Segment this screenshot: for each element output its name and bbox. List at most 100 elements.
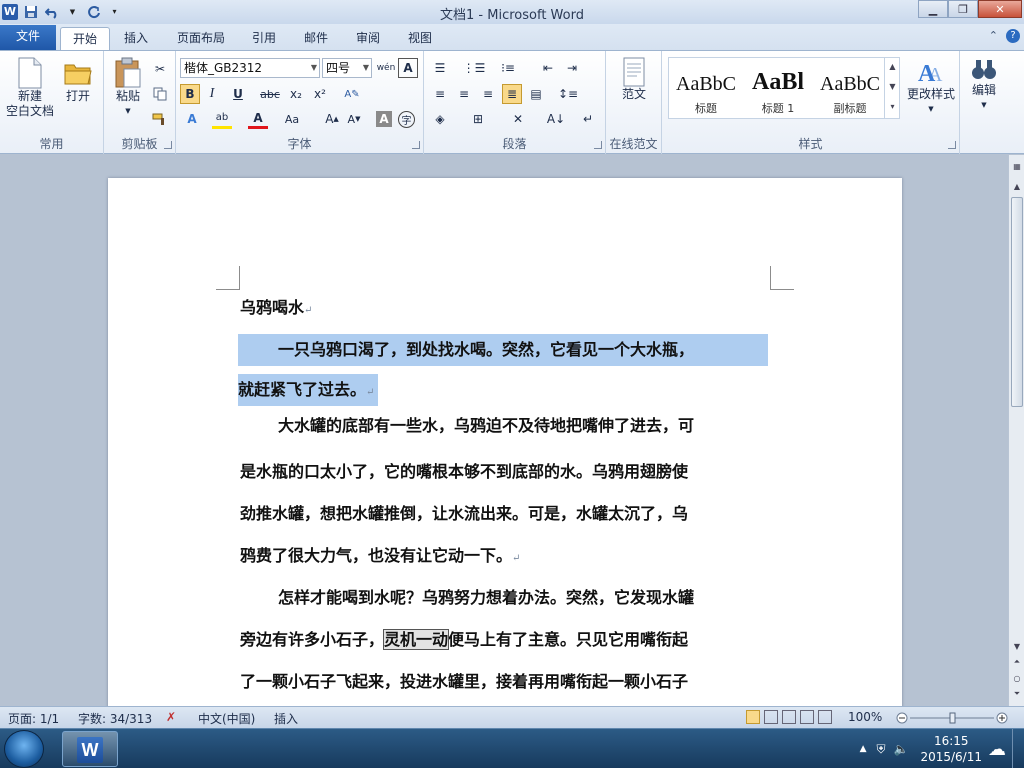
increase-indent-icon[interactable]: ⇥ [562, 58, 582, 78]
zoom-slider[interactable] [896, 712, 1008, 724]
paragraph-launcher-icon[interactable] [594, 141, 602, 149]
strikethrough-button[interactable]: abc [260, 84, 280, 104]
chevron-down-icon: ▼ [310, 63, 317, 72]
tab-home[interactable]: 开始 [60, 27, 111, 50]
styles-scroll[interactable]: ▲ ▼ ▾ [884, 57, 900, 119]
align-left-icon[interactable]: ≡ [430, 84, 450, 104]
font-color-icon[interactable]: A [248, 109, 268, 129]
open-button[interactable]: 打开 [58, 57, 98, 104]
style-heading1[interactable]: AaBl 标题 1 [743, 60, 813, 118]
start-button[interactable] [4, 730, 44, 768]
previous-page-icon[interactable]: ⏶ [1010, 655, 1024, 669]
font-name-combo[interactable]: 楷体_GB2312 ▼ [180, 58, 320, 78]
insert-mode[interactable]: 插入 [274, 710, 298, 727]
selected-text-line: 就赶紧飞了过去。↵ [238, 374, 379, 406]
minimize-ribbon-icon[interactable]: ⌃ [989, 29, 998, 43]
browse-object-icon[interactable]: ○ [1010, 671, 1024, 685]
change-styles-button[interactable]: AA 更改样式 ▼ [904, 57, 958, 117]
language[interactable]: 中文(中国) [198, 710, 255, 727]
group-styles: AaBbC 标题 AaBl 标题 1 AaBbC 副标题 ▲ ▼ ▾ AA 更改样式… [662, 51, 960, 154]
tab-mailings[interactable]: 邮件 [292, 27, 340, 50]
proofing-icon[interactable]: ✗ [166, 710, 176, 724]
tab-review[interactable]: 审阅 [344, 27, 392, 50]
format-painter-icon[interactable] [150, 109, 170, 129]
clock[interactable]: 16:15 2015/6/11 [920, 733, 982, 765]
show-desktop-button[interactable] [1012, 729, 1024, 768]
style-title[interactable]: AaBbC 标题 [671, 60, 741, 118]
volume-icon[interactable]: 🔈 [894, 742, 909, 756]
font-size-combo[interactable]: 四号 ▼ [322, 58, 372, 78]
underline-button[interactable]: U [228, 84, 248, 104]
tab-file[interactable]: 文件 [0, 25, 56, 50]
scroll-down-icon[interactable]: ▼ [1010, 639, 1024, 653]
cut-icon[interactable]: ✂ [150, 59, 170, 79]
subscript-button[interactable]: x₂ [286, 84, 306, 104]
styles-launcher-icon[interactable] [948, 141, 956, 149]
outline-icon[interactable] [800, 710, 814, 724]
print-layout-icon[interactable] [746, 710, 760, 724]
show-marks-icon[interactable]: ↵ [578, 109, 598, 129]
multilevel-list-icon[interactable]: ⁝≡ [498, 58, 518, 78]
new-blank-document-button[interactable]: 新建 空白文档 [4, 57, 56, 119]
char-border-icon[interactable]: A [398, 58, 418, 78]
bullets-icon[interactable]: ☰ [430, 58, 450, 78]
full-screen-reading-icon[interactable] [764, 710, 778, 724]
scroll-up-icon[interactable]: ▲ [1010, 179, 1024, 193]
ruler-toggle-icon[interactable]: ▦ [1010, 159, 1024, 173]
change-case-icon[interactable]: Aa [282, 109, 302, 129]
shrink-font-icon[interactable]: A ▼ [344, 109, 364, 129]
bold-button[interactable]: B [180, 84, 200, 104]
align-right-icon[interactable]: ≡ [478, 84, 498, 104]
sort-icon[interactable]: A↓ [546, 109, 566, 129]
draft-icon[interactable] [818, 710, 832, 724]
distributed-icon[interactable]: ▤ [526, 84, 546, 104]
tab-view[interactable]: 视图 [396, 27, 444, 50]
wen-phonetic-icon[interactable]: wén [376, 58, 396, 78]
superscript-button[interactable]: x² [310, 84, 330, 104]
web-layout-icon[interactable] [782, 710, 796, 724]
next-page-icon[interactable]: ⏷ [1010, 687, 1024, 701]
clipboard-launcher-icon[interactable] [164, 141, 172, 149]
shading-icon[interactable]: ◈ [430, 109, 450, 129]
chinese-layout-icon[interactable]: ✕ [508, 109, 528, 129]
taskbar-word-button[interactable]: W [62, 731, 118, 767]
sample-docs-button[interactable]: 范文 [614, 57, 654, 102]
line-spacing-icon[interactable]: ↕≡ [558, 84, 578, 104]
word-count[interactable]: 字数: 34/313 [78, 710, 152, 727]
borders-icon[interactable]: ⊞ [468, 109, 488, 129]
highlight-icon[interactable]: ab [212, 109, 232, 129]
grow-font-icon[interactable]: A ▲ [322, 109, 342, 129]
minimize-button[interactable]: ▁ [918, 0, 948, 18]
align-center-icon[interactable]: ≡ [454, 84, 474, 104]
text-effect-icon[interactable]: A [182, 109, 202, 129]
tab-insert[interactable]: 插入 [112, 27, 160, 50]
italic-button[interactable]: I [202, 84, 222, 104]
maximize-button[interactable]: ❐ [948, 0, 978, 18]
editing-button[interactable]: 编辑 ▼ [964, 57, 1004, 113]
document-page[interactable]: 乌鸦喝水↵ 一只乌鸦口渴了，到处找水喝。突然，它看见一个大水瓶， 就赶紧飞了过去… [108, 178, 902, 706]
numbering-icon[interactable]: ⋮☰ [463, 58, 486, 78]
tab-references[interactable]: 引用 [240, 27, 288, 50]
page-count[interactable]: 页面: 1/1 [8, 710, 59, 727]
weather-icon[interactable]: ☁ [988, 739, 1006, 760]
style-subtitle[interactable]: AaBbC 副标题 [815, 60, 885, 118]
copy-icon[interactable] [150, 84, 170, 104]
tab-page-layout[interactable]: 页面布局 [165, 27, 237, 50]
tray-expand-icon[interactable]: ▲ [860, 744, 867, 754]
view-buttons [746, 710, 832, 724]
justify-icon[interactable]: ≣ [502, 84, 522, 104]
scroll-thumb[interactable] [1011, 197, 1023, 407]
security-shield-icon[interactable]: ⛨ [877, 742, 886, 757]
zoom-level[interactable]: 100% [848, 710, 882, 724]
clear-formatting-icon[interactable]: A✎ [342, 84, 362, 104]
close-button[interactable]: ✕ [978, 0, 1022, 18]
decrease-indent-icon[interactable]: ⇤ [538, 58, 558, 78]
vertical-scrollbar[interactable]: ▦ ▲ ▼ ⏶ ○ ⏷ [1008, 155, 1024, 706]
paste-button[interactable]: 粘贴 ▼ [110, 57, 146, 119]
status-bar: 页面: 1/1 字数: 34/313 ✗ 中文(中国) 插入 100% [0, 706, 1024, 728]
font-launcher-icon[interactable] [412, 141, 420, 149]
change-styles-icon: AA [918, 61, 943, 87]
enclose-char-icon[interactable]: 字 [398, 111, 415, 128]
char-shading-icon[interactable]: A [376, 111, 392, 127]
help-icon[interactable]: ? [1006, 29, 1020, 43]
